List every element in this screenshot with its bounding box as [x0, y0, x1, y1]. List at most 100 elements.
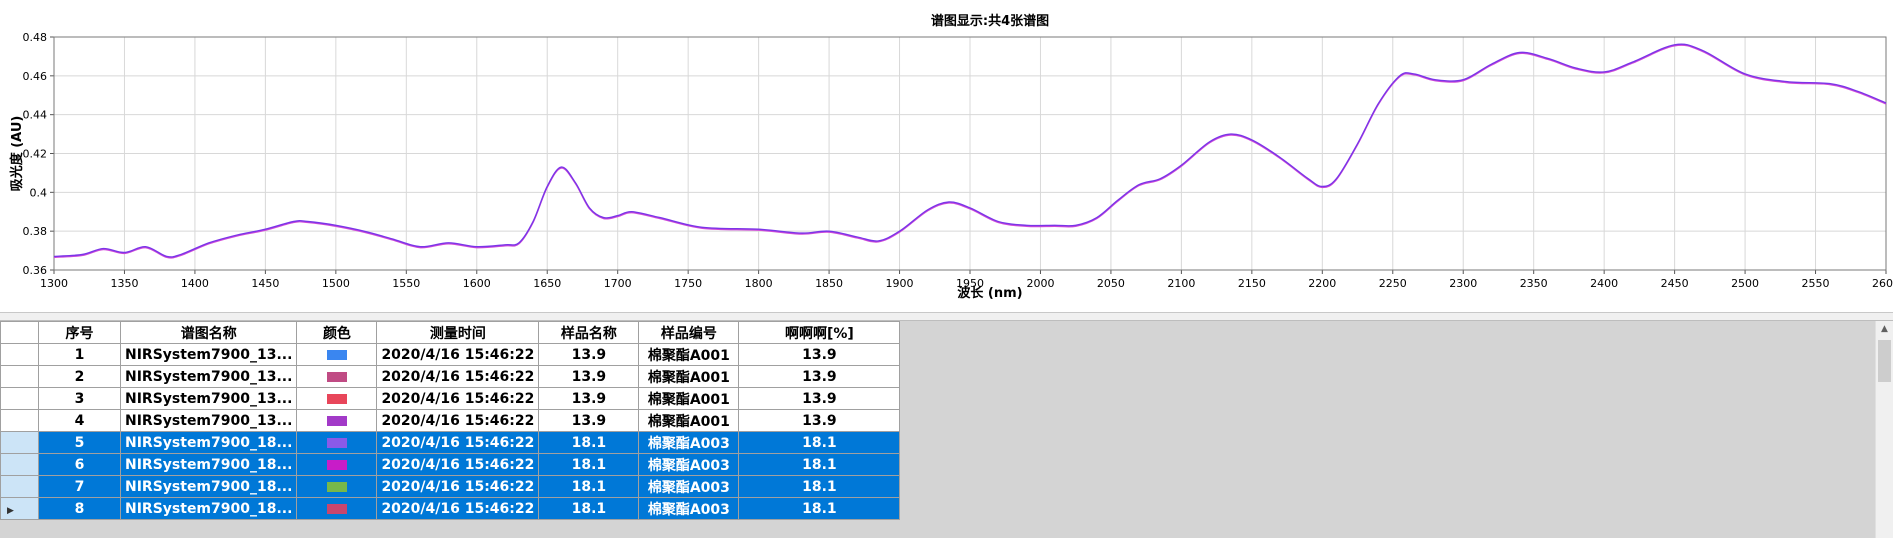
- table-row[interactable]: 4 NIRSystem7900_13... 2020/4/16 15:46:22 13…: [0, 409, 901, 432]
- panel-splitter[interactable]: [0, 313, 1893, 321]
- row-header[interactable]: [0, 475, 39, 498]
- row-header[interactable]: [0, 409, 39, 432]
- x-tick-label: 2250: [1379, 277, 1407, 290]
- row-header-corner[interactable]: [0, 321, 39, 344]
- cell-percent: 18.1: [738, 497, 901, 520]
- column-header-percent[interactable]: 啊啊啊[%]: [738, 321, 901, 344]
- cell-percent: 18.1: [738, 453, 901, 476]
- row-header[interactable]: [0, 453, 39, 476]
- cell-sample-code: 棉聚酯A003: [638, 475, 740, 498]
- table-row[interactable]: 5 NIRSystem7900_18... 2020/4/16 15:46:22 18…: [0, 431, 901, 454]
- row-header[interactable]: ▶: [0, 497, 39, 520]
- cell-color: [296, 431, 378, 454]
- row-header[interactable]: [0, 387, 39, 410]
- color-swatch: [326, 481, 347, 492]
- table-row[interactable]: 3 NIRSystem7900_13... 2020/4/16 15:46:22 13…: [0, 387, 901, 410]
- color-swatch: [326, 393, 347, 404]
- cell-index: 6: [38, 453, 121, 476]
- x-tick-label: 1450: [251, 277, 279, 290]
- cell-color: [296, 343, 378, 366]
- cell-measure-time: 2020/4/16 15:46:22: [376, 387, 540, 410]
- cell-sample-name: 13.9: [538, 365, 640, 388]
- cell-measure-time: 2020/4/16 15:46:22: [376, 409, 540, 432]
- cell-percent: 13.9: [738, 409, 901, 432]
- cell-color: [296, 475, 378, 498]
- cell-spectrum-name: NIRSystem7900_18...: [119, 431, 298, 454]
- x-tick-label: 2600: [1872, 277, 1893, 290]
- spectrum-grid-panel: 序号 谱图名称 颜色 测量时间 样品名称 样品编号 啊啊啊[%] 1 NIRSys…: [0, 321, 1893, 538]
- vertical-scrollbar[interactable]: ▲: [1875, 321, 1893, 538]
- cell-sample-name: 13.9: [538, 343, 640, 366]
- y-tick-label: 0.48: [23, 31, 48, 44]
- y-tick-label: 0.44: [23, 109, 48, 122]
- x-tick-label: 1550: [392, 277, 420, 290]
- scroll-up-arrow-icon[interactable]: ▲: [1876, 321, 1893, 338]
- cell-measure-time: 2020/4/16 15:46:22: [376, 365, 540, 388]
- x-axis-label: 波长 (nm): [957, 285, 1022, 301]
- row-header[interactable]: [0, 365, 39, 388]
- cell-measure-time: 2020/4/16 15:46:22: [376, 431, 540, 454]
- row-header[interactable]: [0, 431, 39, 454]
- cell-sample-name: 18.1: [538, 497, 640, 520]
- cell-sample-code: 棉聚酯A003: [638, 453, 740, 476]
- cell-spectrum-name: NIRSystem7900_13...: [119, 343, 298, 366]
- cell-measure-time: 2020/4/16 15:46:22: [376, 453, 540, 476]
- cell-spectrum-name: NIRSystem7900_18...: [119, 475, 298, 498]
- cell-measure-time: 2020/4/16 15:46:22: [376, 343, 540, 366]
- cell-index: 4: [38, 409, 121, 432]
- chart-title: 谱图显示:共4张谱图: [931, 13, 1049, 29]
- cell-index: 3: [38, 387, 121, 410]
- x-tick-label: 2150: [1238, 277, 1266, 290]
- table-row[interactable]: 1 NIRSystem7900_13... 2020/4/16 15:46:22 13…: [0, 343, 901, 366]
- cell-sample-name: 18.1: [538, 431, 640, 454]
- x-tick-label: 2500: [1731, 277, 1759, 290]
- table-row[interactable]: ▶ 8 NIRSystem7900_18... 2020/4/16 15:46:22 1…: [0, 497, 901, 520]
- spectrum-chart-panel: 1300 1350 1400 1450 1500 1550 1600 1650 1700 1750…: [0, 0, 1893, 313]
- column-header-spectrum-name[interactable]: 谱图名称: [119, 321, 298, 344]
- cell-color: [296, 497, 378, 520]
- column-header-sample-name[interactable]: 样品名称: [538, 321, 640, 344]
- color-swatch: [326, 459, 347, 470]
- cell-measure-time: 2020/4/16 15:46:22: [376, 475, 540, 498]
- x-tick-label: 1500: [322, 277, 350, 290]
- cell-color: [296, 365, 378, 388]
- cell-percent: 18.1: [738, 431, 901, 454]
- table-header-row: 序号 谱图名称 颜色 测量时间 样品名称 样品编号 啊啊啊[%]: [0, 321, 901, 344]
- current-row-indicator-icon: ▶: [7, 505, 14, 516]
- cell-spectrum-name: NIRSystem7900_13...: [119, 409, 298, 432]
- y-tick-label: 0.46: [23, 70, 48, 83]
- cell-color: [296, 453, 378, 476]
- x-tick-label: 2450: [1661, 277, 1689, 290]
- cell-spectrum-name: NIRSystem7900_18...: [119, 453, 298, 476]
- cell-sample-code: 棉聚酯A001: [638, 387, 740, 410]
- x-tick-label: 2550: [1802, 277, 1830, 290]
- color-swatch: [326, 437, 347, 448]
- x-tick-label: 1350: [110, 277, 138, 290]
- y-tick-label: 0.42: [23, 148, 48, 161]
- column-header-sample-code[interactable]: 样品编号: [638, 321, 740, 344]
- spectrum-chart[interactable]: 1300 1350 1400 1450 1500 1550 1600 1650 1700 1750…: [0, 0, 1893, 312]
- cell-color: [296, 387, 378, 410]
- x-tick-label: 2200: [1308, 277, 1336, 290]
- cell-spectrum-name: NIRSystem7900_13...: [119, 387, 298, 410]
- cell-sample-name: 13.9: [538, 409, 640, 432]
- column-header-color[interactable]: 颜色: [296, 321, 378, 344]
- x-tick-label: 1600: [463, 277, 491, 290]
- cell-sample-code: 棉聚酯A001: [638, 409, 740, 432]
- y-tick-label: 0.4: [30, 186, 48, 199]
- x-tick-label: 1400: [181, 277, 209, 290]
- column-header-index[interactable]: 序号: [38, 321, 121, 344]
- row-header[interactable]: [0, 343, 39, 366]
- cell-index: 1: [38, 343, 121, 366]
- table-row[interactable]: 7 NIRSystem7900_18... 2020/4/16 15:46:22 18…: [0, 475, 901, 498]
- cell-spectrum-name: NIRSystem7900_13...: [119, 365, 298, 388]
- column-header-measure-time[interactable]: 测量时间: [376, 321, 540, 344]
- cell-spectrum-name: NIRSystem7900_18...: [119, 497, 298, 520]
- table-row[interactable]: 6 NIRSystem7900_18... 2020/4/16 15:46:22 18…: [0, 453, 901, 476]
- scrollbar-thumb[interactable]: [1878, 340, 1891, 382]
- cell-sample-name: 13.9: [538, 387, 640, 410]
- x-tick-label: 2300: [1449, 277, 1477, 290]
- table-row[interactable]: 2 NIRSystem7900_13... 2020/4/16 15:46:22 13…: [0, 365, 901, 388]
- cell-index: 2: [38, 365, 121, 388]
- cell-sample-code: 棉聚酯A001: [638, 365, 740, 388]
